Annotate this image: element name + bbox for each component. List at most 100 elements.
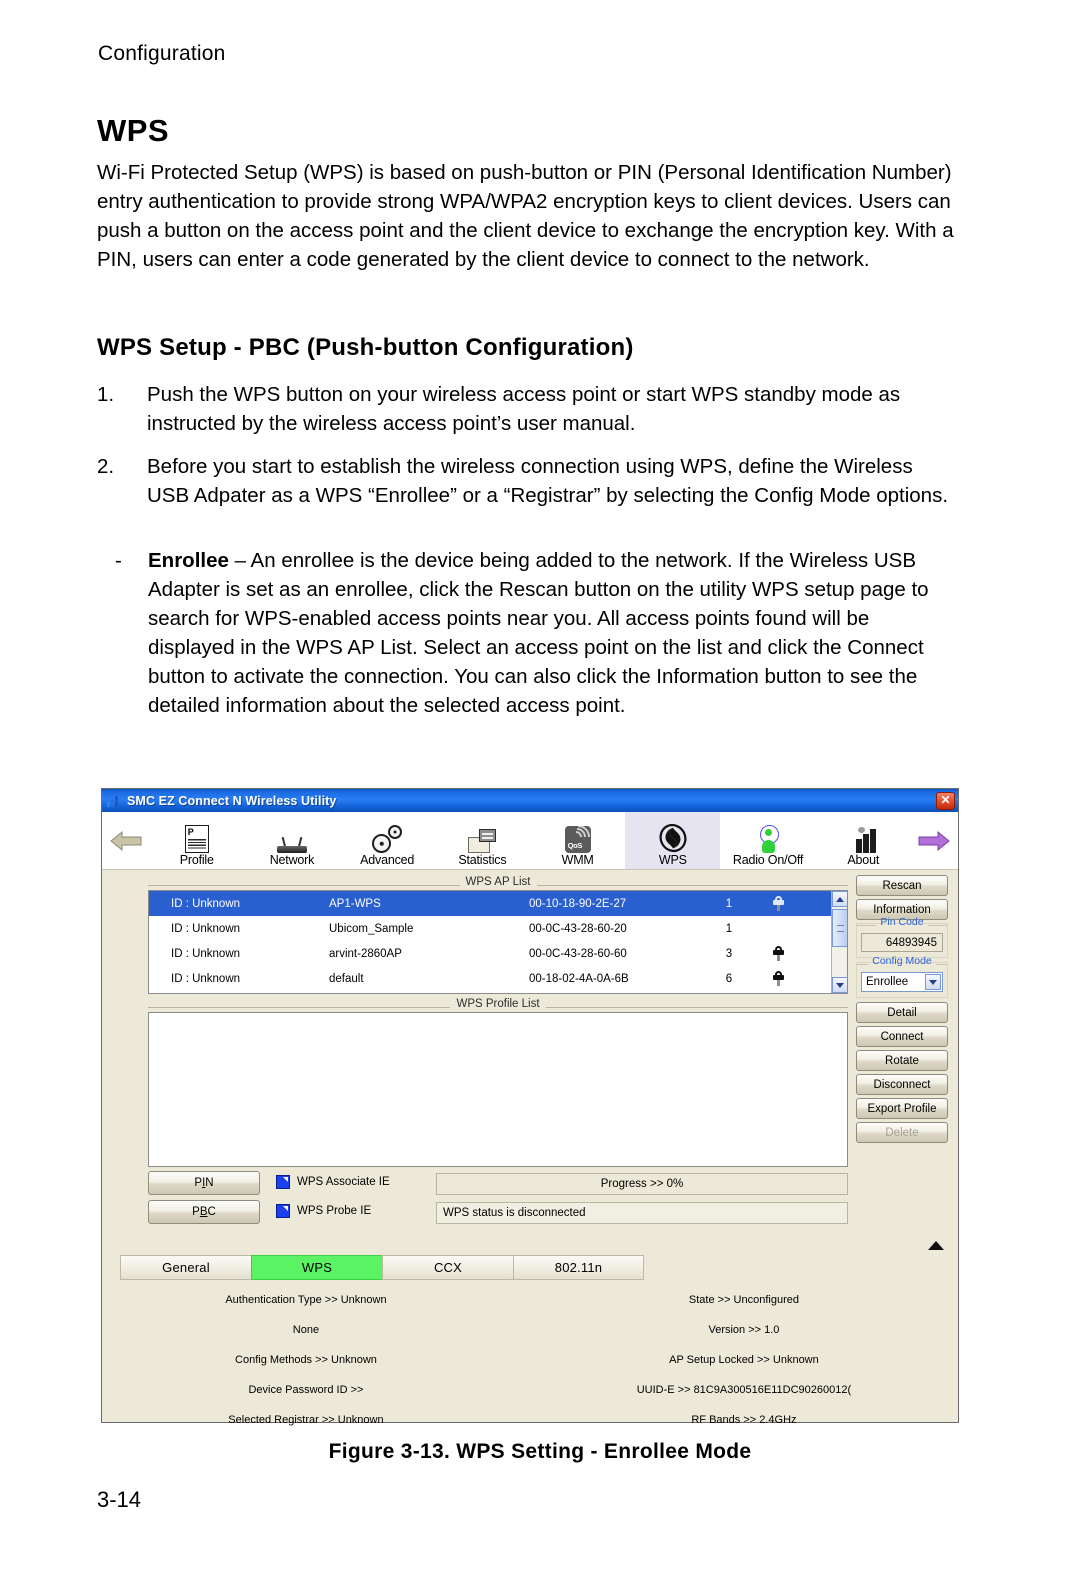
qos-waves-icon: QoS — [564, 820, 591, 853]
table-row[interactable]: ID : Unknown Ubicom_Sample 00-0C-43-28-6… — [149, 916, 847, 941]
statistics-sheet-icon — [468, 820, 497, 853]
ap-ssid: AP1-WPS — [329, 897, 381, 910]
forward-button[interactable] — [911, 812, 958, 869]
toolbar-label: Network — [269, 853, 315, 867]
wps-associate-ie-checkbox[interactable] — [276, 1175, 290, 1189]
wps-probe-ie-checkbox[interactable] — [276, 1204, 290, 1218]
pbc-button-label: PBC — [192, 1206, 216, 1218]
ap-list[interactable]: ID : Unknown AP1-WPS 00-10-18-90-2E-27 1… — [148, 890, 848, 994]
table-row[interactable]: ID : Unknown default 00-18-02-4A-0A-6B 6 — [149, 966, 847, 991]
ap-id: ID : Unknown — [171, 947, 241, 960]
detail-row: Device Password ID >> UUID-E >> 81C9A300… — [106, 1375, 952, 1405]
detail-right: UUID-E >> 81C9A300516E11DC90260012( — [636, 1384, 852, 1396]
ap-ssid: arvint-2860AP — [329, 947, 402, 960]
toolbar-item-network[interactable]: Network — [244, 812, 339, 869]
detail-row: Authentication Type >> Unknown State >> … — [106, 1285, 952, 1315]
pin-code-legend: Pin Code — [880, 916, 924, 928]
window-title: SMC EZ Connect N Wireless Utility — [127, 793, 337, 808]
expand-triangle-icon[interactable] — [928, 1241, 944, 1250]
pbc-button[interactable]: PBC — [148, 1200, 260, 1224]
config-mode-group: Config Mode Enrollee — [856, 955, 948, 998]
lock-icon — [759, 971, 797, 986]
ap-list-scrollbar[interactable] — [831, 891, 847, 993]
table-row[interactable]: ID : Unknown AP1-WPS 00-10-18-90-2E-27 1 — [149, 891, 847, 916]
detail-right: Version >> 1.0 — [708, 1324, 780, 1336]
profile-list-legend: WPS Profile List — [456, 998, 540, 1010]
wps-probe-ie-label: WPS Probe IE — [297, 1205, 372, 1217]
ap-mac: 00-0C-43-28-60-20 — [529, 922, 627, 935]
caret-up-icon — [836, 896, 844, 902]
scroll-down-button[interactable] — [832, 977, 847, 993]
connect-button[interactable]: Connect — [856, 1026, 948, 1047]
tab-ccx[interactable]: CCX — [382, 1255, 513, 1280]
toolbar-item-wps[interactable]: WPS — [625, 812, 721, 869]
ap-id: ID : Unknown — [171, 922, 241, 935]
tab-wps[interactable]: WPS — [251, 1255, 382, 1280]
config-mode-select[interactable]: Enrollee — [861, 972, 943, 992]
rescan-button[interactable]: Rescan — [856, 875, 948, 896]
profile-list[interactable] — [148, 1012, 848, 1167]
wps-detail-area: Authentication Type >> Unknown State >> … — [106, 1283, 952, 1426]
ap-mac: 00-10-18-90-2E-27 — [529, 897, 627, 910]
tab-general[interactable]: General — [120, 1255, 251, 1280]
numbered-step: 2. Before you start to establish the wir… — [97, 452, 959, 510]
window-titlebar: SMC EZ Connect N Wireless Utility ✕ — [102, 789, 958, 812]
scrollbar-thumb[interactable] — [832, 909, 847, 947]
toolbar-label: Radio On/Off — [732, 853, 804, 867]
toolbar-item-statistics[interactable]: Statistics — [435, 812, 530, 869]
toolbar-label: About — [847, 853, 880, 867]
ap-mac: 00-18-02-4A-0A-6B — [529, 972, 629, 985]
signal-bars-icon — [106, 793, 122, 809]
close-icon[interactable]: ✕ — [936, 792, 955, 810]
scroll-up-button[interactable] — [832, 891, 847, 907]
ap-ssid: Ubicom_Sample — [329, 922, 414, 935]
pin-code-input[interactable]: 64893945 — [861, 933, 943, 952]
radio-antenna-icon — [755, 820, 781, 853]
ap-channel: 3 — [725, 947, 733, 960]
toolbar-item-radio-on-off[interactable]: Radio On/Off — [720, 812, 815, 869]
toolbar-item-wmm[interactable]: QoS WMM — [530, 812, 625, 869]
detail-button[interactable]: Detail — [856, 1002, 948, 1023]
step-text: Push the WPS button on your wireless acc… — [147, 383, 901, 435]
chevron-down-icon[interactable] — [925, 974, 941, 990]
status-field: WPS status is disconnected — [436, 1202, 848, 1224]
group-legend: Pin Code — [857, 916, 948, 928]
toolbar-label: Profile — [179, 853, 214, 867]
detail-right: AP Setup Locked >> Unknown — [669, 1354, 819, 1366]
toolbar-label: Advanced — [360, 853, 415, 867]
intro-paragraph: Wi-Fi Protected Setup (WPS) is based on … — [97, 161, 954, 271]
wps-ap-list-group: WPS AP List ID : Unknown AP1-WPS 00-10-1… — [148, 875, 849, 994]
disconnect-button[interactable]: Disconnect — [856, 1074, 948, 1095]
toolbar-item-about[interactable]: About — [816, 812, 911, 869]
detail-left: Authentication Type >> Unknown — [225, 1294, 387, 1306]
tab-80211n[interactable]: 802.11n — [513, 1255, 644, 1280]
table-row[interactable]: ID : Unknown arvint-2860AP 00-0C-43-28-6… — [149, 941, 847, 966]
step-number: 1. — [97, 383, 115, 406]
page-number: 3-14 — [97, 1487, 142, 1512]
wps-probe-ie-row: WPS Probe IE — [276, 1204, 371, 1218]
toolbar-label: WPS — [658, 853, 687, 867]
group-legend: WPS AP List — [148, 875, 849, 889]
detail-left: Device Password ID >> — [248, 1384, 364, 1396]
toolbar-item-profile[interactable]: Profile — [149, 812, 244, 869]
left-arrow-icon — [109, 830, 142, 851]
page-title: WPS — [97, 113, 170, 148]
back-button[interactable] — [102, 812, 149, 869]
rotate-button[interactable]: Rotate — [856, 1050, 948, 1071]
gears-icon — [372, 820, 403, 853]
wps-associate-ie-label: WPS Associate IE — [297, 1176, 390, 1188]
toolbar-item-advanced[interactable]: Advanced — [340, 812, 435, 869]
detail-left: None — [292, 1324, 320, 1336]
pin-button[interactable]: PIN — [148, 1171, 260, 1195]
group-legend: WPS Profile List — [148, 997, 849, 1011]
ap-id: ID : Unknown — [171, 972, 241, 985]
export-profile-button[interactable]: Export Profile — [856, 1098, 948, 1119]
wps-associate-ie-row: WPS Associate IE — [276, 1175, 390, 1189]
ap-list-legend: WPS AP List — [465, 876, 531, 888]
detail-left: Config Methods >> Unknown — [235, 1354, 377, 1366]
bullet-item: - Enrollee – An enrollee is the device b… — [115, 546, 960, 720]
bullet-term: Enrollee — [148, 549, 229, 572]
wireless-utility-window: SMC EZ Connect N Wireless Utility ✕ Prof… — [101, 788, 959, 1426]
lock-icon — [759, 896, 797, 911]
ap-channel: 1 — [725, 897, 733, 910]
